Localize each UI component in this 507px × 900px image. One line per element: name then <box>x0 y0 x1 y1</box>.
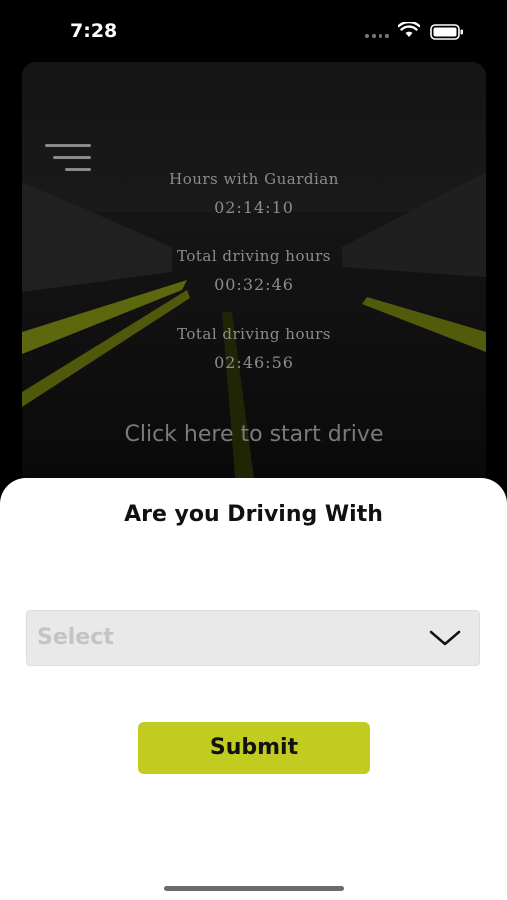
stat-label: Hours with Guardian <box>169 170 339 188</box>
dashboard-card: Hours with Guardian 02:14:10 Total drivi… <box>22 62 486 502</box>
wifi-icon <box>398 22 420 37</box>
cellular-signal-icon <box>365 34 389 38</box>
battery-icon <box>430 24 463 40</box>
stat-label: Total driving hours <box>177 325 331 343</box>
status-time: 7:28 <box>70 20 118 42</box>
stat-label: Total driving hours <box>177 247 331 265</box>
select-placeholder: Select <box>37 625 114 650</box>
stat-value: 02:14:10 <box>214 198 294 217</box>
driving-with-select[interactable]: Select <box>26 610 480 666</box>
sheet-title: Are you Driving With <box>124 502 383 527</box>
stat-hours-with-guardian: Hours with Guardian 02:14:10 <box>22 170 486 217</box>
stat-value: 02:46:56 <box>214 353 294 372</box>
submit-button[interactable]: Submit <box>138 722 370 774</box>
stat-value: 00:32:46 <box>214 275 294 294</box>
stat-total-driving-hours-overall: Total driving hours 02:46:56 <box>22 325 486 372</box>
home-indicator[interactable] <box>164 886 344 891</box>
stat-total-driving-hours: Total driving hours 00:32:46 <box>22 247 486 294</box>
status-bar: 7:28 <box>0 0 507 60</box>
chevron-down-icon <box>429 630 461 646</box>
start-drive-button[interactable]: Click here to start drive <box>22 422 486 447</box>
bottom-sheet: Are you Driving With Select Submit <box>0 478 507 900</box>
